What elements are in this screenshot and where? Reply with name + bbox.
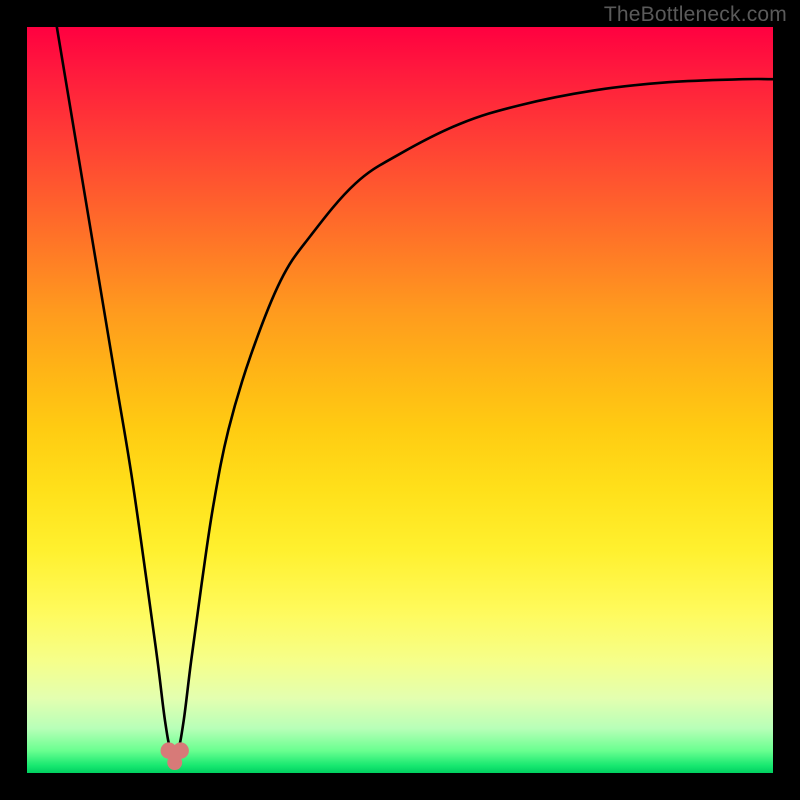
chart-frame: TheBottleneck.com [0, 0, 800, 800]
watermark-text: TheBottleneck.com [604, 3, 787, 27]
bottleneck-curve [57, 27, 773, 755]
min-markers [161, 742, 189, 770]
min-marker-bottom [167, 755, 182, 770]
chart-svg [27, 27, 773, 773]
plot-area [27, 27, 773, 773]
